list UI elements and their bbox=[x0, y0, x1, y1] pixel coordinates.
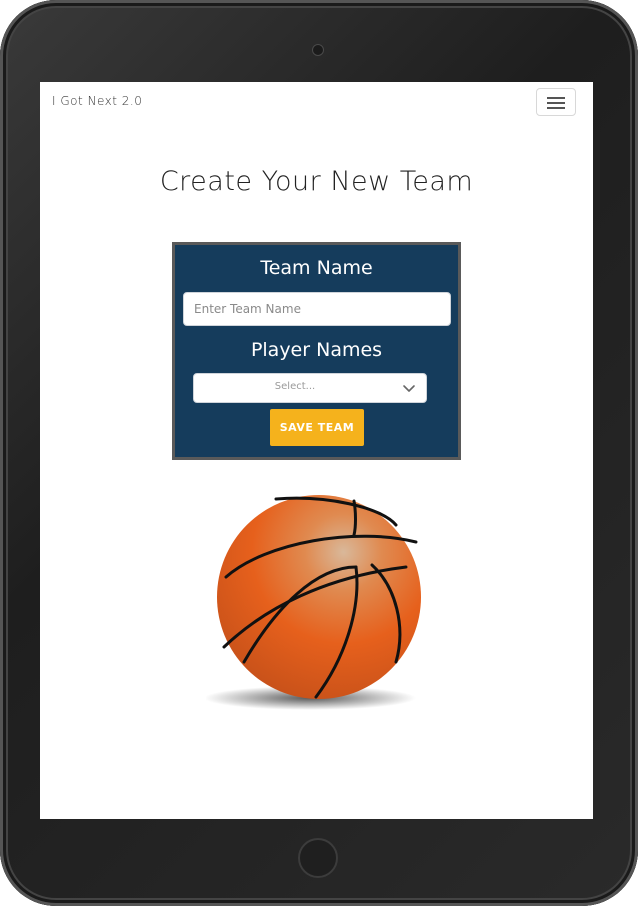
save-team-button[interactable]: SAVE TEAM bbox=[270, 409, 364, 446]
front-camera bbox=[312, 44, 324, 56]
player-names-label: Player Names bbox=[250, 339, 383, 361]
home-button[interactable] bbox=[298, 838, 338, 878]
player-names-select[interactable]: Select... bbox=[193, 373, 427, 403]
chevron-down-icon bbox=[403, 385, 415, 392]
navbar-toggle-button[interactable] bbox=[536, 88, 576, 116]
page-title: Create Your New Team bbox=[159, 166, 474, 197]
player-select-value: Select... bbox=[274, 381, 316, 392]
team-name-input[interactable] bbox=[183, 292, 451, 326]
app-screen: I Got Next 2.0 Create Your New Team Team… bbox=[40, 82, 593, 819]
team-name-label: Team Name bbox=[260, 257, 373, 279]
tablet-frame: I Got Next 2.0 Create Your New Team Team… bbox=[0, 0, 638, 906]
navbar-brand[interactable]: I Got Next 2.0 bbox=[52, 94, 142, 108]
team-form-card: Team Name Player Names Select... SAVE TE… bbox=[172, 242, 461, 460]
basketball-icon bbox=[204, 487, 430, 717]
